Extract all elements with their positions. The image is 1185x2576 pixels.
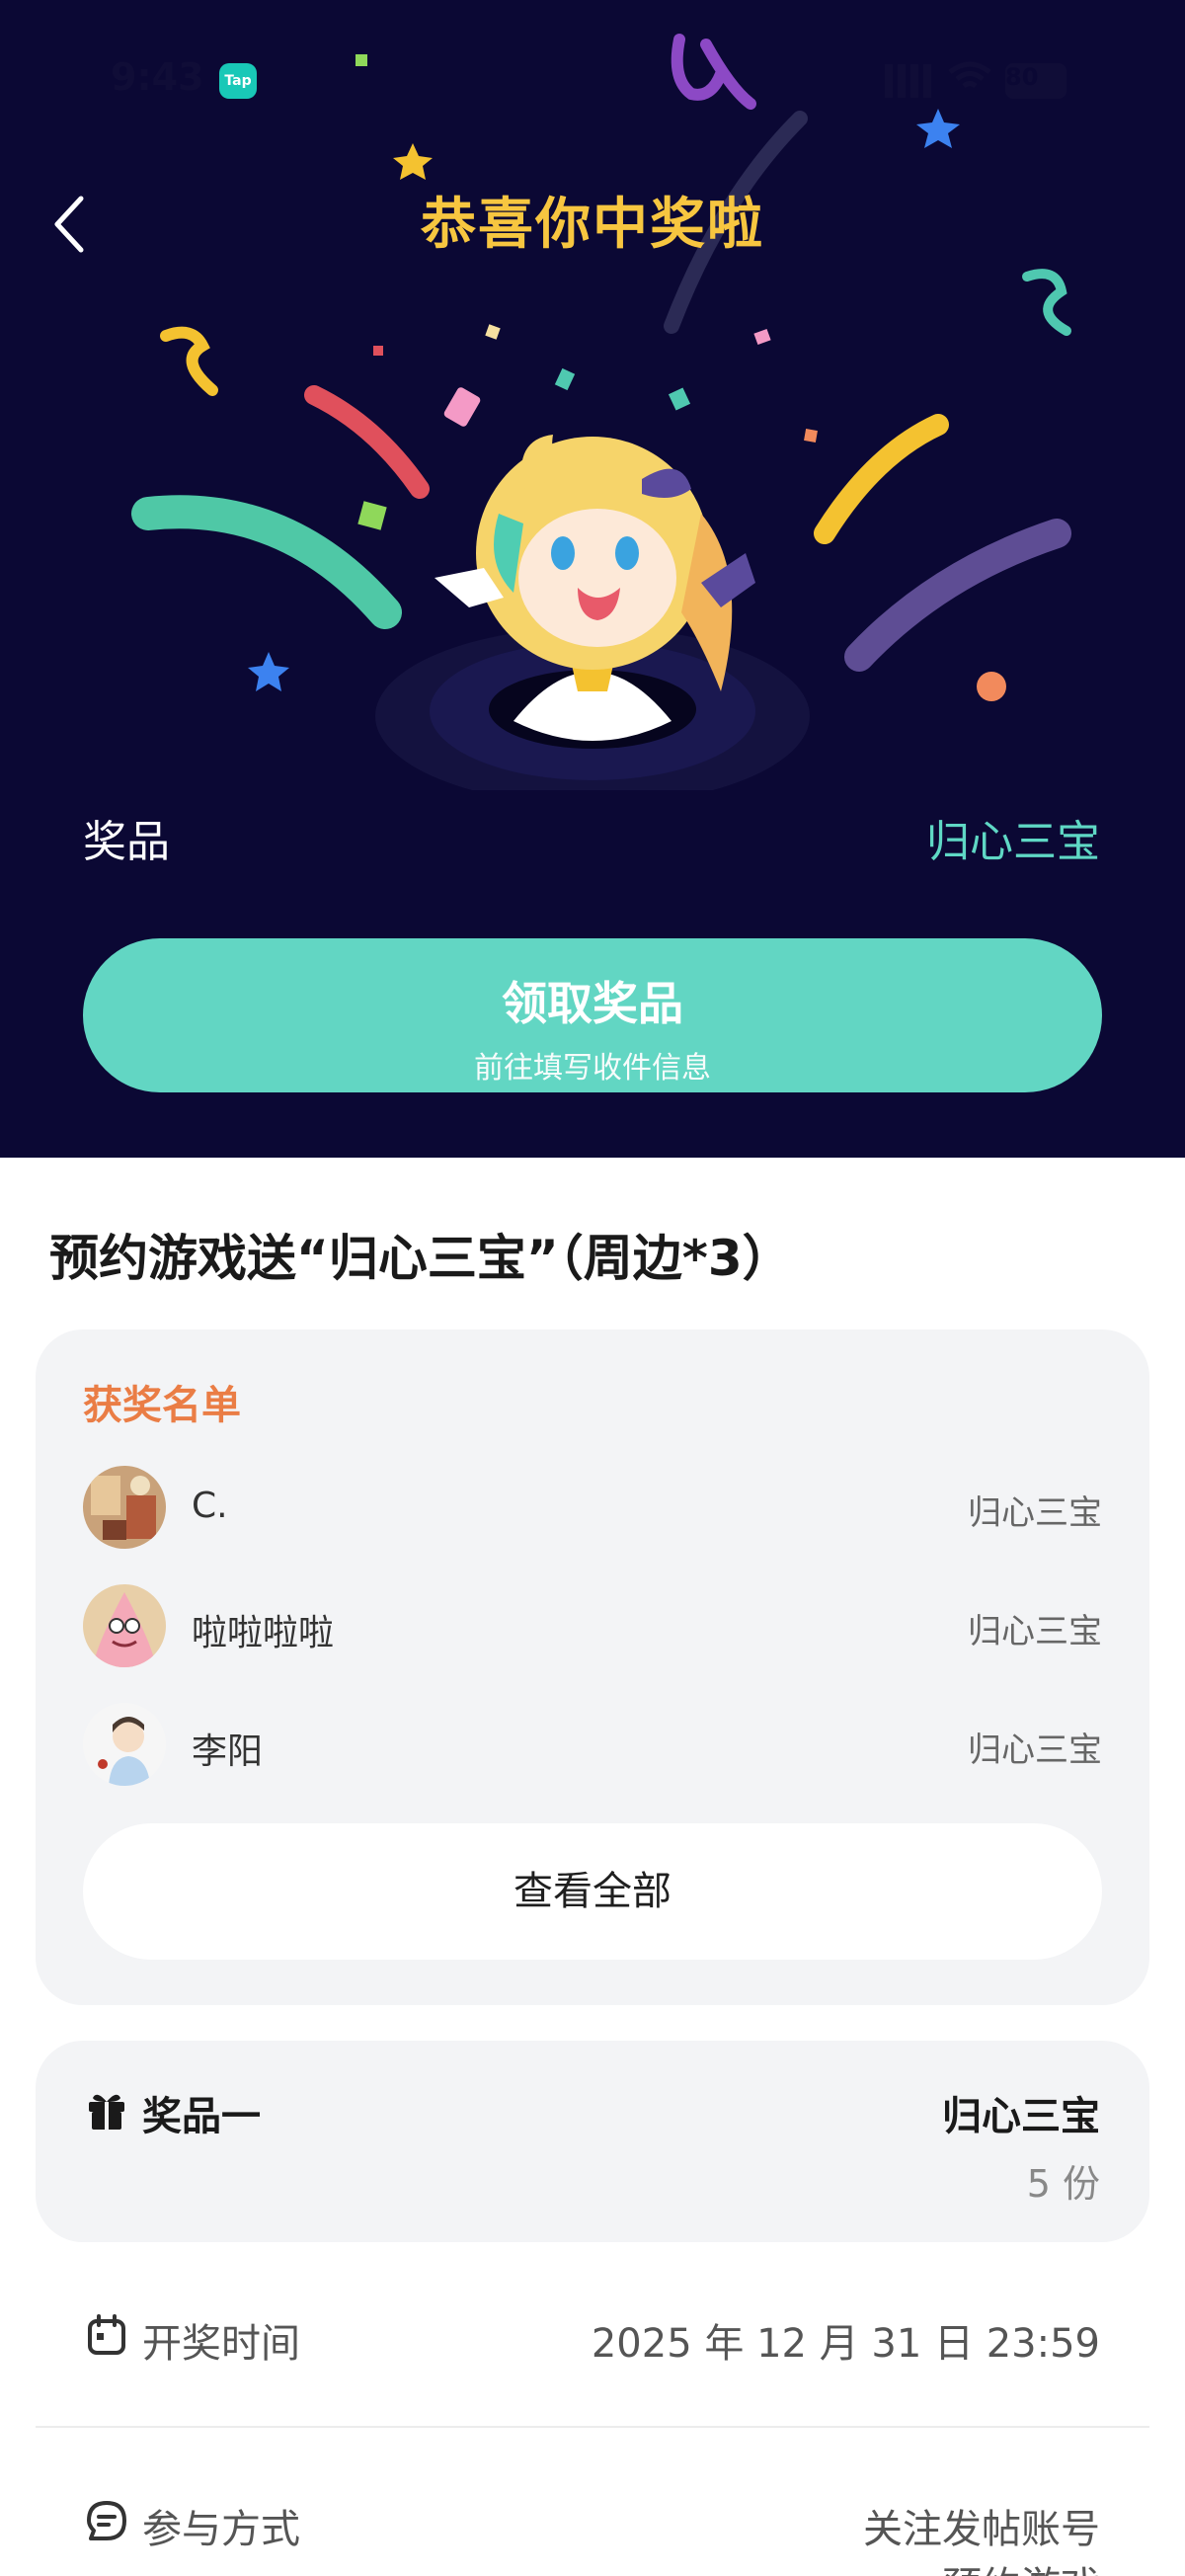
participation-label: 参与方式 — [142, 2507, 300, 2552]
winner-name: 李阳 — [192, 1731, 264, 1772]
prize-result-page: 9:43 Tap 80 恭喜你中奖啦 奖品 归心三宝 领取奖品 前往填写收件信息… — [0, 0, 1185, 2576]
claim-button-sublabel: 前往填写收件信息 — [474, 1051, 711, 1086]
winner-name: 啦啦啦啦 — [192, 1613, 335, 1653]
claim-prize-button[interactable]: 领取奖品 前往填写收件信息 — [83, 938, 1102, 1092]
participation-value-2: 预约游戏 — [942, 2554, 1100, 2576]
winner-row[interactable]: C. 归心三宝 — [83, 1466, 1102, 1551]
prize-item-quantity: 5 份 — [1026, 2162, 1100, 2206]
draw-time-row: 开奖时间 2025 年 12 月 31 日 23:59 — [36, 2292, 1149, 2380]
calendar-icon — [88, 2314, 125, 2355]
comment-icon — [87, 2501, 126, 2540]
wifi-icon — [948, 59, 991, 103]
draw-time-value: 2025 年 12 月 31 日 23:59 — [591, 2321, 1100, 2367]
battery-icon: 80 — [1005, 63, 1066, 99]
hero-banner: 9:43 Tap 80 恭喜你中奖啦 奖品 归心三宝 领取奖品 前往填写收件信息 — [0, 0, 1185, 1158]
view-all-button[interactable]: 查看全部 — [83, 1823, 1102, 1960]
prize-item-label: 奖品一 — [142, 2094, 261, 2139]
mascot-illustration — [430, 435, 755, 780]
gift-icon — [89, 2094, 124, 2130]
prize-item-card: 奖品一 归心三宝 5 份 — [36, 2041, 1149, 2242]
page-title: 恭喜你中奖啦 — [421, 193, 764, 257]
prize-label: 奖品 — [83, 817, 170, 867]
participation-value: 关注发帖账号 — [863, 2507, 1100, 2552]
post-title: 预约游戏送“归心三宝”（周边*3） — [49, 1230, 792, 1287]
winners-heading: 获奖名单 — [83, 1383, 241, 1428]
winner-name: C. — [192, 1486, 228, 1526]
winner-row[interactable]: 啦啦啦啦 归心三宝 — [83, 1584, 1102, 1669]
draw-time-label: 开奖时间 — [142, 2321, 300, 2367]
winner-prize: 归心三宝 — [968, 1493, 1102, 1533]
winners-card: 获奖名单 C. 归心三宝 啦啦啦啦 归心三宝 李阳 归心三宝 查看全部 — [36, 1329, 1149, 2005]
avatar — [83, 1584, 166, 1667]
winner-row[interactable]: 李阳 归心三宝 — [83, 1703, 1102, 1788]
prize-item-name: 归心三宝 — [942, 2094, 1100, 2139]
tap-app-icon: Tap — [219, 63, 257, 99]
status-icons: 80 — [885, 59, 1066, 103]
status-bar: 9:43 Tap 80 — [0, 49, 1185, 109]
winner-prize: 归心三宝 — [968, 1612, 1102, 1651]
participation-row: 参与方式 关注发帖账号 — [36, 2477, 1149, 2566]
signal-icon — [885, 64, 934, 98]
claim-button-label: 领取奖品 — [502, 977, 683, 1030]
status-time: 9:43 — [111, 55, 204, 99]
avatar — [83, 1466, 166, 1549]
prize-value: 归心三宝 — [926, 817, 1100, 867]
avatar — [83, 1703, 166, 1786]
divider — [36, 2426, 1149, 2428]
winner-prize: 归心三宝 — [968, 1731, 1102, 1770]
